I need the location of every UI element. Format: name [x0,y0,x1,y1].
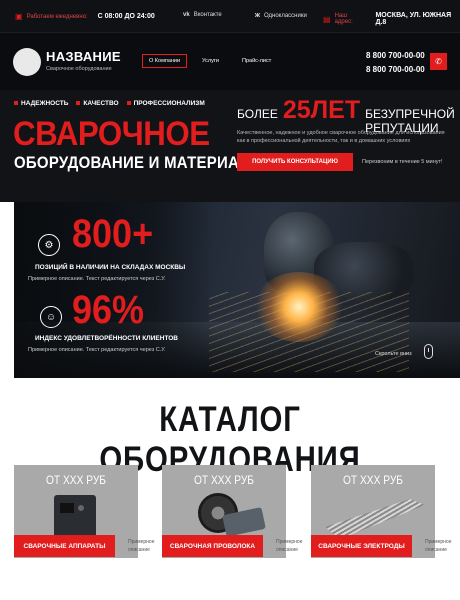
phone-numbers: 8 800 700-00-00 8 800 700-00-00 [366,49,425,77]
hero-title: СВАРОЧНОЕ [13,115,210,153]
card-1-price: ОТ ХХХ РУБ [45,473,107,487]
address-value: МОСКВА, УЛ. ЮЖНАЯ Д.8 [375,12,452,26]
tagline-2: КАЧЕСТВО [76,100,119,107]
callback-note: Перезвоним в течение 5 минут! [362,159,443,165]
address: ▤ Наш адрес: МОСКВА, УЛ. ЮЖНАЯ Д.8 [323,12,460,26]
nav-services[interactable]: Услуги [196,54,225,68]
vk-icon: vk [183,12,190,18]
card-3-price: ОТ ХХХ РУБ [342,473,404,487]
warehouse-icon: ⚙ [38,234,60,256]
vk-label: Вконтакте [193,12,222,18]
phone-icon-button[interactable]: ✆ [430,53,447,70]
card-2-desc: Примерное описание [276,539,303,553]
stat-2-desc: Примерное описание. Текст редактируется … [28,347,166,353]
brand-name: НАЗВАНИЕ [46,49,121,64]
nav-pricelist[interactable]: Прайс-лист [236,54,277,68]
card-2-label[interactable]: СВАРОЧНАЯ ПРОВОЛОКА [162,535,263,557]
experience-years: 25ЛЕТ [282,96,361,124]
tagline-3: ПРОФЕССИОНАЛИЗМ [126,100,205,107]
ok-icon: ж [255,12,260,19]
taglines: НАДЕЖНОСТЬ КАЧЕСТВО ПРОФЕССИОНАЛИЗМ [14,100,205,107]
top-bar: ▣ Работаем ежедневно: С 08:00 ДО 24:00 v… [0,0,460,32]
stat-1-desc: Примерное описание. Текст редактируется … [28,276,166,282]
map-icon: ▤ [323,14,331,24]
social-ok-link[interactable]: ж Одноклассники [255,12,307,19]
card-3-label[interactable]: СВАРОЧНЫЕ ЭЛЕКТРОДЫ [311,535,412,557]
consultation-button[interactable]: ПОЛУЧИТЬ КОНСУЛЬТАЦИЮ [237,153,353,171]
phone-1[interactable]: 8 800 700-00-00 [366,49,425,63]
stat-1-value: 800+ [72,212,154,256]
stat-2-label: ИНДЕКС УДОВЛЕТВОРЁННОСТИ КЛИЕНТОВ [35,335,178,342]
stat-1-label: ПОЗИЦИЙ В НАЛИЧИИ НА СКЛАДАХ МОСКВЫ [35,264,186,271]
card-1-desc: Примерное описание [128,539,155,553]
hours-value: С 08:00 ДО 24:00 [97,13,155,20]
mouse-scroll-icon[interactable] [424,344,433,359]
brand-subtitle: Сварочное оборудование [46,66,112,72]
nav-about[interactable]: О Компании [142,54,188,68]
hours-label: Работаем ежедневно: [26,13,88,20]
social-vk-link[interactable]: vk Вконтакте [183,12,222,18]
card-1-label[interactable]: СВАРОЧНЫЕ АППАРАТЫ [14,535,115,557]
scroll-hint: Скрольте вниз [375,351,412,357]
working-hours: ▣ Работаем ежедневно: С 08:00 ДО 24:00 [15,12,155,21]
stat-2-value: 96% [72,288,145,332]
electrodes-image [325,499,425,539]
experience-prefix: БОЛЕЕ [237,107,278,121]
card-3-desc: Примерное описание [425,539,452,553]
customers-icon: ☺ [40,306,62,328]
card-2-price: ОТ ХХХ РУБ [193,473,255,487]
welding-machine-image [54,495,96,539]
hero-description: Качественное, надежное и удобное сварочн… [237,130,445,144]
ok-label: Одноклассники [263,12,307,19]
phone-2[interactable]: 8 800 700-00-00 [366,63,425,77]
hero-subtitle: ОБОРУДОВАНИЕ И МАТЕРИАЛЫ [14,153,265,172]
tagline-1: НАДЕЖНОСТЬ [14,100,68,107]
logo[interactable] [13,48,41,76]
address-label: Наш адрес: [334,13,353,25]
phone-icon: ✆ [435,57,442,66]
calendar-icon: ▣ [15,12,23,21]
